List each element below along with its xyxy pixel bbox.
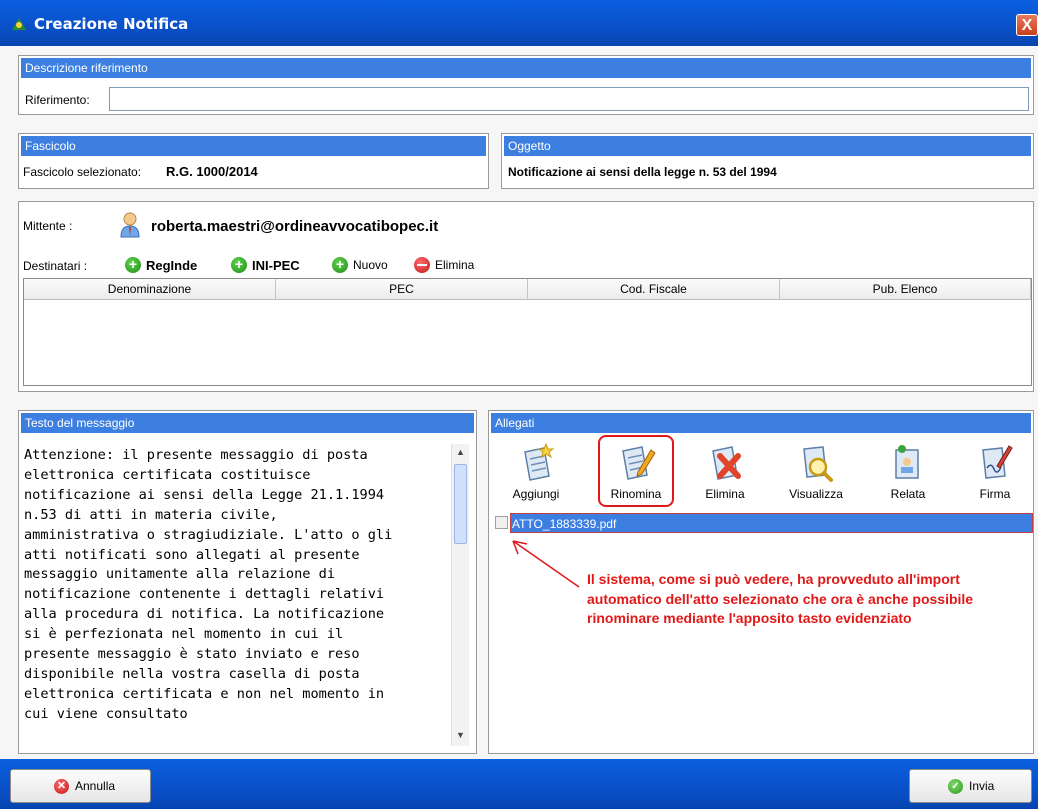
messaggio-header: Testo del messaggio (21, 413, 474, 433)
allegati-header: Allegati (491, 413, 1031, 433)
user-icon (120, 212, 140, 238)
footer-bar (0, 759, 1038, 809)
visualizza-button[interactable]: Visualizza (786, 440, 846, 506)
riferimento-header: Descrizione riferimento (21, 58, 1031, 78)
window-title: Creazione Notifica (34, 15, 189, 33)
relata-button[interactable]: Relata (878, 440, 938, 506)
attachment-name[interactable]: ATTO_1883339.pdf (510, 513, 1033, 533)
column-header-pub-elenco[interactable]: Pub. Elenco (780, 279, 1031, 299)
table-header: Denominazione PEC Cod. Fiscale Pub. Elen… (24, 279, 1031, 300)
delete-document-icon (712, 446, 741, 480)
firma-button[interactable]: Firma (965, 440, 1025, 506)
annotation-text: Il sistema, come si può vedere, ha provv… (587, 571, 974, 626)
elimina-destinatario-label: Elimina (435, 258, 475, 272)
rinomina-highlight (598, 435, 674, 507)
window-titlebar: Creazione Notifica X (0, 0, 1038, 46)
close-button[interactable]: X (1016, 14, 1038, 36)
inipec-label: INI-PEC (252, 257, 300, 273)
annotation-arrow (512, 540, 580, 588)
relata-document-icon (895, 445, 919, 479)
riferimento-label: Riferimento: (25, 93, 90, 107)
annulla-button[interactable]: ✕ Annulla (10, 769, 151, 803)
annulla-label: Annulla (75, 779, 116, 793)
column-header-denominazione[interactable]: Denominazione (24, 279, 276, 299)
elimina-allegato-button[interactable]: Elimina (695, 440, 755, 506)
message-textarea[interactable]: Attenzione: il presente messaggio di pos… (24, 446, 444, 750)
oggetto-value: Notificazione ai sensi della legge n. 53… (508, 165, 777, 179)
cancel-icon: ✕ (54, 778, 69, 794)
aggiungi-button[interactable]: Aggiungi (506, 440, 566, 506)
invia-label: Invia (969, 779, 995, 793)
firma-label: Firma (979, 487, 1011, 501)
add-icon: + (231, 257, 247, 273)
column-header-pec[interactable]: PEC (276, 279, 528, 299)
check-icon: ✓ (948, 778, 963, 794)
fascicolo-label: Fascicolo selezionato: (23, 165, 142, 179)
nuovo-label: Nuovo (353, 258, 388, 272)
destinatari-table[interactable]: Denominazione PEC Cod. Fiscale Pub. Elen… (23, 278, 1032, 386)
attachment-checkbox[interactable] (495, 516, 508, 529)
aggiungi-label: Aggiungi (512, 487, 560, 501)
scroll-down-icon[interactable]: ▼ (452, 727, 469, 744)
remove-icon (414, 257, 430, 273)
nuovo-button[interactable]: + Nuovo (332, 256, 388, 274)
oggetto-panel: Oggetto Notificazione ai sensi della leg… (501, 133, 1034, 189)
app-icon (12, 18, 26, 30)
message-scrollbar[interactable]: ▲ ▼ (451, 444, 469, 746)
add-icon: + (125, 257, 141, 273)
invia-button[interactable]: ✓ Invia (909, 769, 1032, 803)
scrollbar-thumb[interactable] (454, 464, 467, 544)
fascicolo-header: Fascicolo (21, 136, 486, 156)
riferimento-panel: Descrizione riferimento Riferimento: (18, 55, 1034, 115)
riferimento-input[interactable] (109, 87, 1029, 111)
sign-document-icon (982, 445, 1013, 479)
inipec-button[interactable]: + INI-PEC (231, 256, 300, 274)
scroll-up-icon[interactable]: ▲ (452, 444, 469, 461)
add-document-icon (524, 442, 555, 481)
view-document-icon (803, 446, 833, 482)
reginde-label: RegInde (146, 257, 198, 273)
mittente-label: Mittente : (23, 219, 73, 233)
mittente-email: roberta.maestri@ordineavvocatibopec.it (151, 218, 439, 235)
reginde-button[interactable]: + RegInde (125, 256, 197, 274)
elimina-allegato-label: Elimina (705, 487, 745, 501)
relata-label: Relata (890, 487, 926, 501)
add-icon: + (332, 257, 348, 273)
oggetto-header: Oggetto (504, 136, 1031, 156)
attachment-row[interactable]: ATTO_1883339.pdf (493, 513, 1033, 533)
visualizza-label: Visualizza (789, 487, 843, 501)
fascicolo-value: R.G. 1000/2014 (166, 164, 258, 179)
destinatari-label: Destinatari : (23, 259, 88, 273)
fascicolo-panel: Fascicolo Fascicolo selezionato: R.G. 10… (18, 133, 489, 189)
column-header-cod-fiscale[interactable]: Cod. Fiscale (528, 279, 780, 299)
elimina-destinatario-button[interactable]: Elimina (414, 256, 474, 274)
